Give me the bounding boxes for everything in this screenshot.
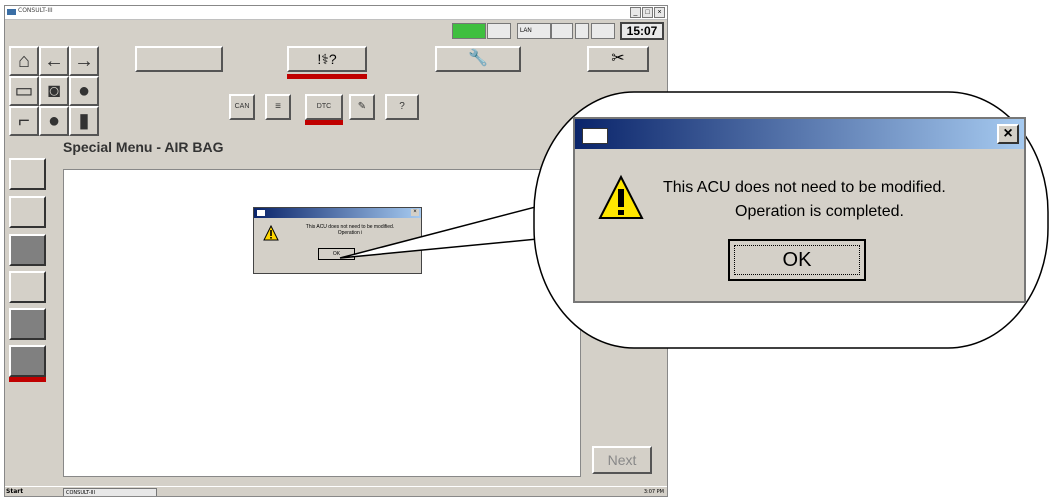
message-dialog: × This ACU does not need to be modified.… xyxy=(573,117,1026,303)
dialog-message-line1: This ACU does not need to be modified. xyxy=(663,179,946,196)
dialog-icon xyxy=(582,128,608,144)
dialog-titlebar: × xyxy=(575,119,1024,149)
dialog-ok-button[interactable]: OK xyxy=(728,239,866,281)
dialog-message-line2: Operation is completed. xyxy=(735,203,904,220)
warning-icon xyxy=(598,174,644,219)
dialog-ok-label: OK xyxy=(734,245,860,275)
dialog-close-button[interactable]: × xyxy=(997,124,1019,144)
